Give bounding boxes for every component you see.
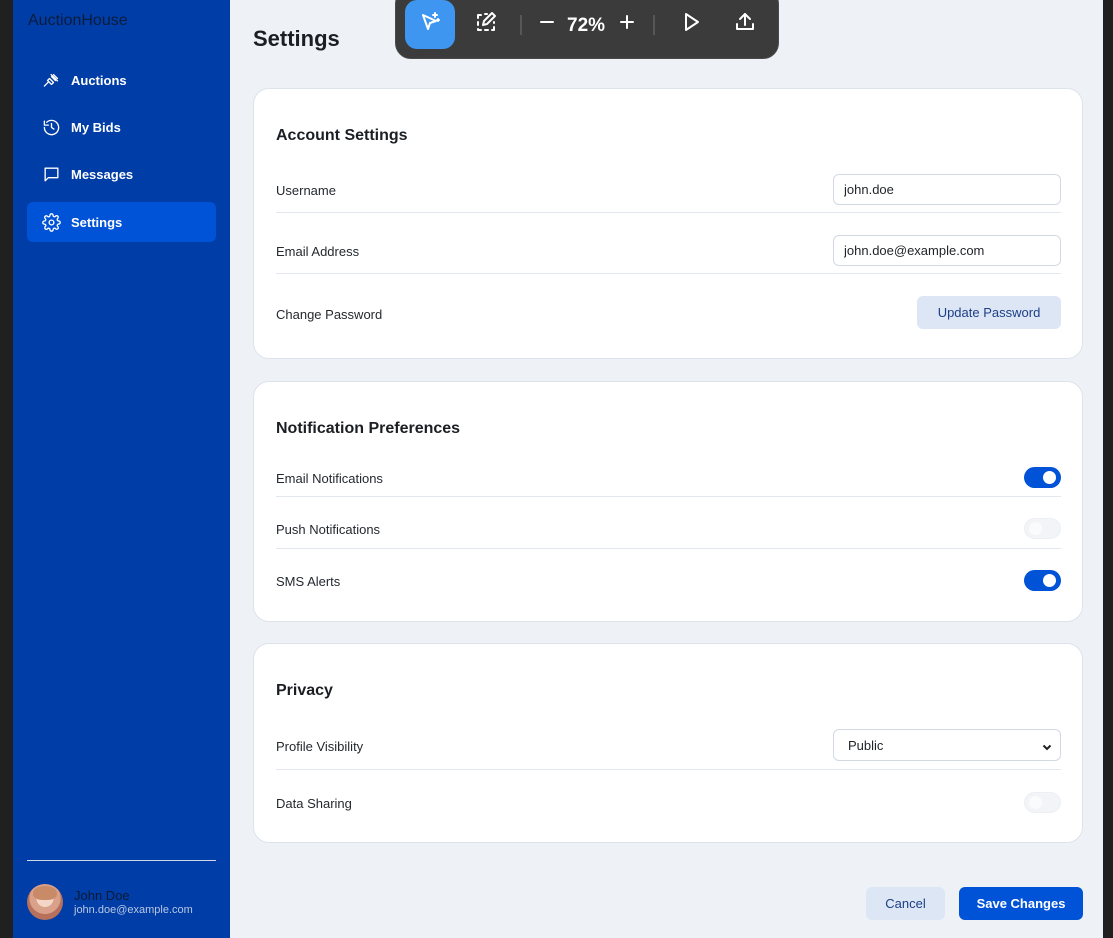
row-divider (276, 769, 1061, 770)
sms-alerts-toggle[interactable] (1024, 570, 1061, 591)
data-sharing-toggle[interactable] (1024, 792, 1061, 813)
profile-visibility-label: Profile Visibility (276, 739, 364, 754)
privacy-card: Privacy Profile Visibility Public Data S… (253, 643, 1083, 843)
user-name: John Doe (74, 888, 130, 903)
magic-cursor-icon (418, 10, 442, 39)
edit-square-icon (474, 10, 498, 39)
avatar[interactable] (27, 884, 63, 920)
card-title: Notification Preferences (276, 420, 461, 437)
username-input[interactable] (833, 174, 1061, 205)
history-icon (41, 117, 61, 137)
sidebar-item-label: Messages (71, 166, 134, 182)
row-divider (276, 496, 1061, 497)
toolbar-separator (653, 15, 655, 35)
change-password-label: Change Password (276, 307, 383, 322)
play-icon (679, 10, 703, 39)
play-button[interactable] (666, 0, 716, 49)
message-icon (41, 164, 61, 184)
sms-alerts-label: SMS Alerts (276, 574, 341, 589)
toggle-knob (1043, 574, 1056, 587)
row-divider (276, 548, 1061, 549)
main-content: Settings Account Settings Username Email… (230, 0, 1103, 938)
sidebar-item-label: Auctions (71, 72, 127, 88)
plus-icon (615, 10, 639, 39)
profile-visibility-select[interactable]: Public (833, 729, 1061, 761)
notification-preferences-card: Notification Preferences Email Notificat… (253, 381, 1083, 622)
toggle-knob (1029, 796, 1042, 809)
email-notifications-label: Email Notifications (276, 471, 383, 486)
floating-toolbar: 72% (395, 0, 779, 59)
window-frame-right (1103, 0, 1113, 938)
zoom-level: 72% (567, 15, 606, 36)
account-settings-card: Account Settings Username Email Address … (253, 88, 1083, 359)
upload-icon (733, 10, 757, 39)
card-title: Privacy (276, 682, 333, 699)
minus-icon (535, 10, 559, 39)
push-notifications-label: Push Notifications (276, 522, 381, 537)
sidebar-item-messages[interactable]: Messages (27, 154, 216, 194)
user-email: john.doe@example.com (74, 904, 193, 916)
gavel-icon (41, 70, 61, 90)
email-label: Email Address (276, 244, 360, 259)
username-label: Username (276, 183, 336, 198)
sidebar-item-label: Settings (71, 214, 123, 230)
sidebar-item-settings[interactable]: Settings (27, 202, 216, 242)
sidebar: AuctionHouse Auctions My Bids Messages S… (13, 0, 230, 938)
page-title: Settings (253, 26, 340, 51)
cancel-button[interactable]: Cancel (866, 887, 945, 920)
sidebar-item-label: My Bids (71, 119, 121, 135)
app-brand: AuctionHouse (28, 12, 128, 29)
card-title: Account Settings (276, 127, 408, 144)
gear-icon (41, 212, 61, 232)
zoom-out-button[interactable] (522, 0, 572, 49)
sidebar-divider (27, 860, 216, 861)
email-notifications-toggle[interactable] (1024, 467, 1061, 488)
email-input[interactable] (833, 235, 1061, 266)
sidebar-item-my-bids[interactable]: My Bids (27, 107, 216, 147)
edit-selection-button[interactable] (461, 0, 511, 49)
zoom-in-button[interactable] (602, 0, 652, 49)
share-button[interactable] (720, 0, 770, 49)
update-password-button[interactable]: Update Password (917, 296, 1061, 329)
row-divider (276, 212, 1061, 213)
ai-select-button[interactable] (405, 0, 455, 49)
toggle-knob (1043, 471, 1056, 484)
chevron-down-icon (1042, 740, 1052, 751)
toggle-knob (1029, 522, 1042, 535)
save-changes-button[interactable]: Save Changes (959, 887, 1083, 920)
row-divider (276, 273, 1061, 274)
select-value: Public (848, 737, 884, 753)
window-frame-left (0, 0, 13, 938)
sidebar-item-auctions[interactable]: Auctions (27, 60, 216, 100)
data-sharing-label: Data Sharing (276, 796, 352, 811)
push-notifications-toggle[interactable] (1024, 518, 1061, 539)
